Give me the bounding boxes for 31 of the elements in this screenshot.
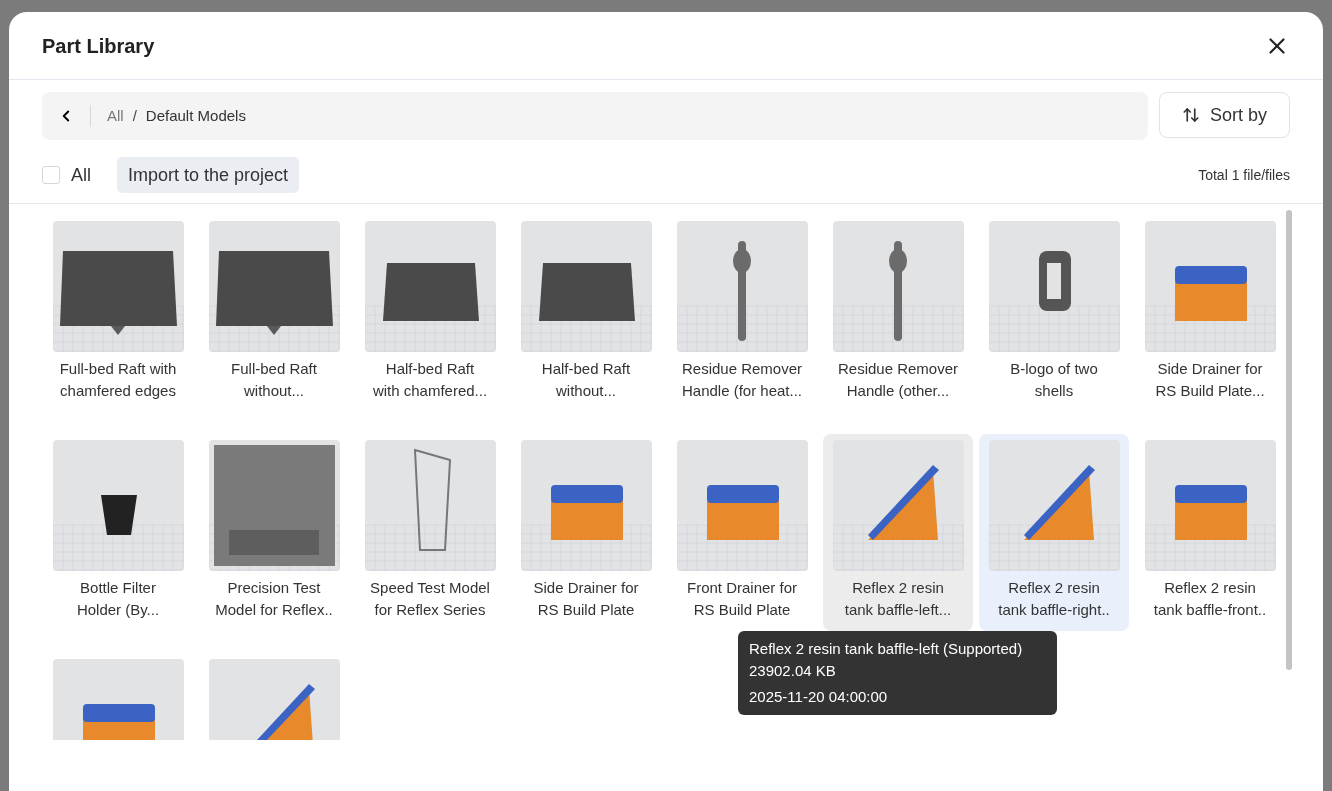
model-name: Half-bed Raft with chamfered... — [372, 359, 488, 401]
tooltip-size: 23902.04 KB — [749, 661, 837, 681]
breadcrumb-link[interactable]: Default Models — [145, 104, 246, 128]
scrollbar[interactable] — [1286, 210, 1292, 670]
model-card[interactable]: Reflex 2 resin tank baffle-left... — [823, 434, 973, 631]
sort-button[interactable]: Sort by — [1158, 92, 1290, 138]
model-name: Reflex 2 resin tank baffle-right.. — [998, 578, 1110, 620]
model-name: Side Drainer for RS Build Plate — [533, 578, 639, 620]
model-name: Residue Remover Handle (other... — [837, 359, 959, 401]
model-name: Reflex 2 resin tank baffle-front.. — [1153, 578, 1267, 620]
import-button[interactable]: Import to the project — [117, 157, 300, 193]
model-name: Bottle Filter Holder (By... — [76, 578, 160, 620]
model-name: B-logo of two shells — [1010, 359, 1098, 401]
sort-icon — [1181, 106, 1200, 124]
model-name: Speed Test Model for Reflex Series — [370, 578, 490, 620]
select-all-checkbox[interactable]: All — [42, 161, 91, 189]
model-name: Reflex 2 resin tank baffle-left... — [844, 578, 952, 620]
dialog-title: Part Library — [42, 33, 155, 59]
model-name: Front Drainer for RS Build Plate — [686, 578, 797, 620]
model-name: Precision Test Model for Reflex.. — [215, 578, 333, 620]
model-name: Side Drainer for RS Build Plate... — [1155, 359, 1265, 401]
model-name: Full-bed Raft without... — [231, 359, 317, 401]
model-card[interactable]: Reflex 2 resin tank baffle-right.. — [979, 434, 1129, 631]
breadcrumb-separator: / — [132, 105, 137, 126]
tooltip-date: 2025-11-20 04:00:00 — [749, 687, 889, 707]
total-count: Total 1 file/files — [1198, 165, 1290, 185]
model-name: Full-bed Raft with chamfered edges — [59, 359, 177, 401]
model-name: Residue Remover Handle (for heat... — [681, 359, 803, 401]
tooltip-title: Reflex 2 resin tank baffle-left (Supported) — [749, 639, 1024, 659]
breadcrumb-link[interactable]: All — [107, 104, 124, 128]
model-name: Half-bed Raft without... — [541, 359, 631, 401]
